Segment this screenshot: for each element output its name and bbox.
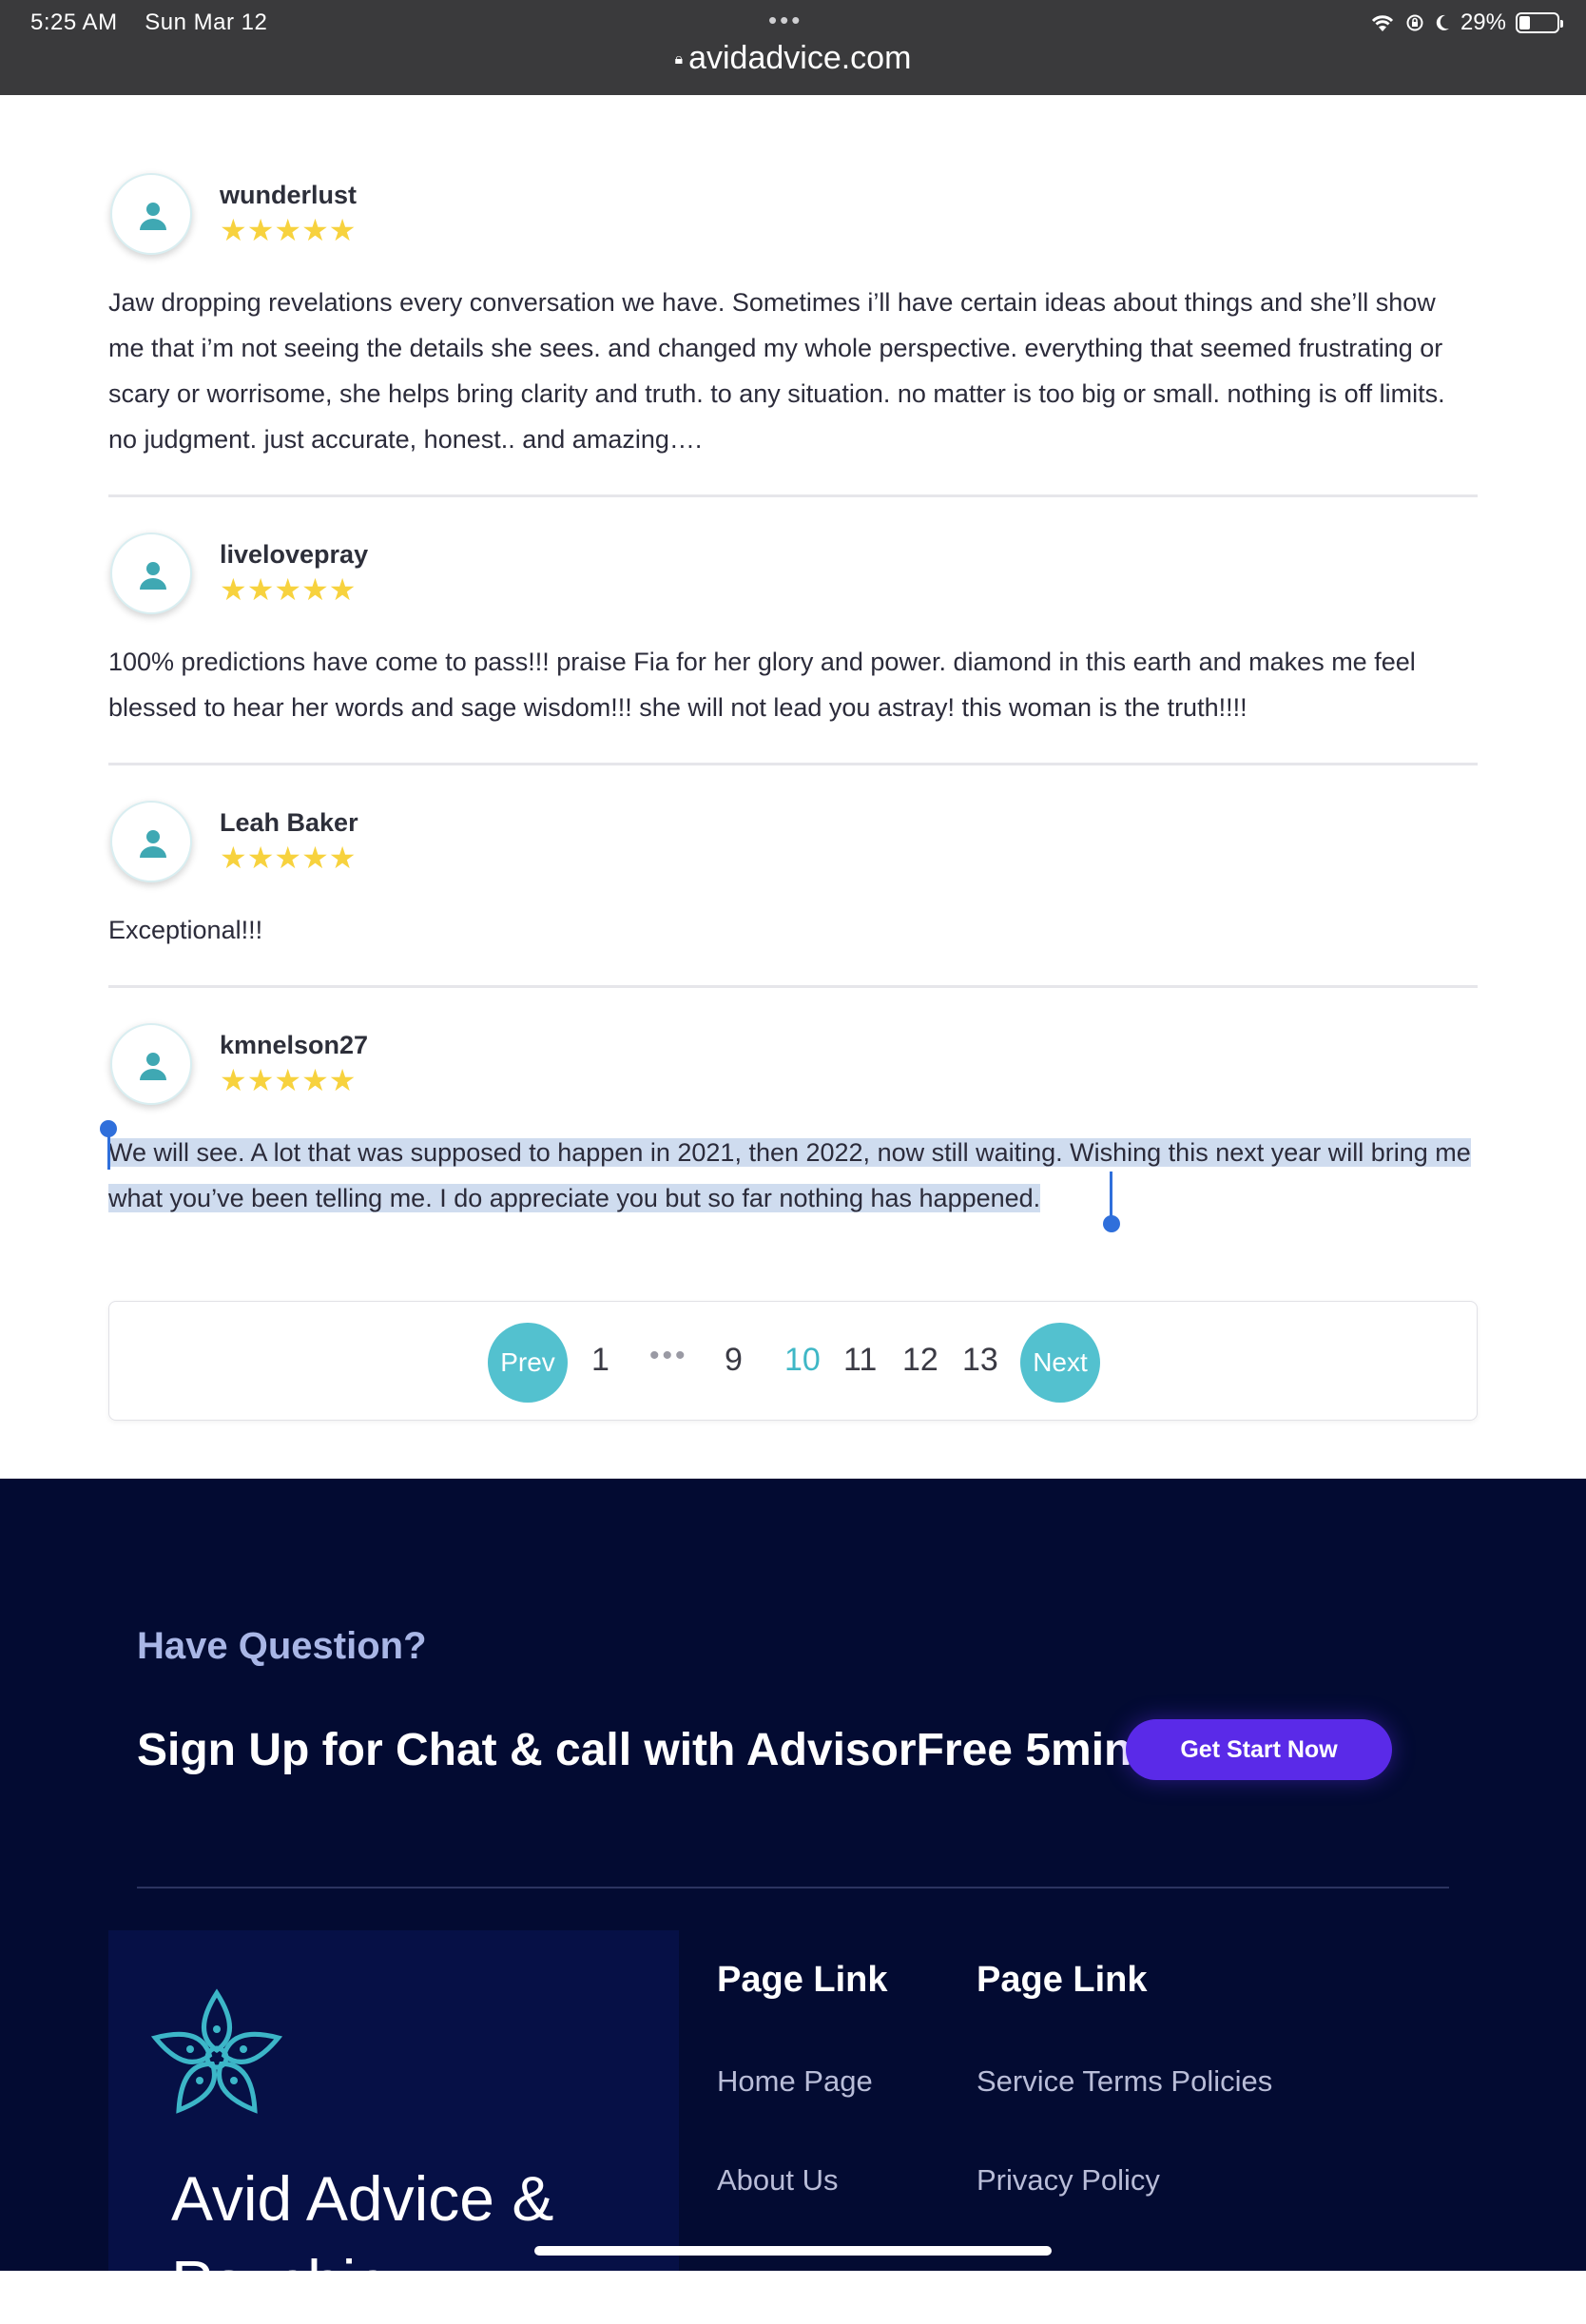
user-avatar bbox=[110, 173, 192, 255]
moon-icon bbox=[1436, 14, 1449, 30]
page-1[interactable]: 1 bbox=[591, 1342, 609, 1379]
page-13[interactable]: 13 bbox=[962, 1342, 998, 1379]
footer-brand-name: Avid Advice & Psychic bbox=[171, 2157, 553, 2324]
battery-icon bbox=[1516, 12, 1563, 33]
selection-end-bar bbox=[1110, 1172, 1112, 1219]
page-9[interactable]: 9 bbox=[725, 1342, 743, 1379]
footer-link-home[interactable]: Home Page bbox=[717, 2064, 873, 2099]
status-indicators: 29% bbox=[1369, 10, 1563, 36]
user-avatar bbox=[110, 533, 192, 614]
star-rating: ★★★★★ bbox=[220, 841, 357, 875]
next-button[interactable]: Next bbox=[1020, 1323, 1100, 1403]
star-rating: ★★★★★ bbox=[220, 1063, 357, 1097]
home-indicator[interactable] bbox=[534, 2246, 1052, 2256]
user-avatar bbox=[110, 801, 192, 882]
review-divider bbox=[108, 985, 1478, 988]
lock-icon: 🔒︎ bbox=[674, 51, 684, 68]
address-bar[interactable]: 🔒︎ avidadvice.com bbox=[0, 40, 1586, 77]
lotus-logo-icon[interactable] bbox=[150, 1985, 283, 2128]
prev-button[interactable]: Prev bbox=[488, 1323, 568, 1403]
status-bar: 5:25 AM Sun Mar 12 ••• 🔒︎ avidadvice.com … bbox=[0, 0, 1586, 95]
page-11[interactable]: 11 bbox=[843, 1342, 877, 1379]
review-text-selected[interactable]: We will see. A lot that was supposed to … bbox=[108, 1130, 1478, 1221]
rotation-lock-icon bbox=[1406, 14, 1423, 31]
review-divider bbox=[108, 494, 1478, 497]
footer-link-privacy[interactable]: Privacy Policy bbox=[977, 2163, 1160, 2198]
pagination: Prev 1 ••• 9 10 11 12 13 Next bbox=[108, 1301, 1478, 1421]
selection-start-bar bbox=[107, 1130, 110, 1170]
review-text: Jaw dropping revelations every conversat… bbox=[108, 288, 1445, 454]
get-start-now-button[interactable]: Get Start Now bbox=[1126, 1719, 1392, 1780]
user-avatar bbox=[110, 1023, 192, 1105]
user-icon bbox=[140, 203, 166, 230]
footer-col2-title: Page Link bbox=[977, 1960, 1148, 2000]
more-dots-icon[interactable]: ••• bbox=[768, 6, 803, 35]
page-12[interactable]: 12 bbox=[902, 1342, 938, 1379]
brand-line-2: Psychic bbox=[171, 2247, 388, 2317]
star-rating: ★★★★★ bbox=[220, 572, 357, 607]
battery-level bbox=[1519, 16, 1530, 29]
status-time-date: 5:25 AM Sun Mar 12 bbox=[30, 10, 267, 36]
brand-line-1: Avid Advice & bbox=[171, 2163, 554, 2234]
url-text: avidadvice.com bbox=[688, 40, 912, 76]
battery-cap bbox=[1560, 20, 1563, 28]
reviewer-name: wunderlust bbox=[220, 181, 358, 209]
page-10-current[interactable]: 10 bbox=[784, 1342, 821, 1379]
reviewer-name: kmnelson27 bbox=[220, 1031, 369, 1059]
battery-percent: 29% bbox=[1460, 10, 1506, 35]
footer-link-about[interactable]: About Us bbox=[717, 2163, 839, 2198]
footer: Have Question? Sign Up for Chat & call w… bbox=[0, 1479, 1586, 2317]
reviewer-name: livelovepray bbox=[220, 540, 369, 569]
star-rating: ★★★★★ bbox=[220, 213, 357, 247]
footer-brand-box: Avid Advice & Psychic bbox=[108, 1930, 679, 2317]
review-text: 100% predictions have come to pass!!! pr… bbox=[108, 648, 1416, 722]
footer-divider bbox=[137, 1887, 1449, 1888]
user-icon bbox=[140, 1053, 166, 1080]
text-selection[interactable]: We will see. A lot that was supposed to … bbox=[108, 1138, 1471, 1212]
user-icon bbox=[140, 830, 166, 858]
review-text: Exceptional!!! bbox=[108, 916, 263, 944]
footer-col1-title: Page Link bbox=[717, 1960, 888, 2000]
review-divider bbox=[108, 763, 1478, 765]
footer-signup-heading: Sign Up for Chat & call with AdvisorFree… bbox=[137, 1725, 1132, 1775]
status-date: Sun Mar 12 bbox=[145, 10, 268, 35]
user-icon bbox=[140, 562, 166, 590]
status-time: 5:25 AM bbox=[30, 10, 118, 35]
footer-question: Have Question? bbox=[137, 1625, 427, 1667]
footer-link-terms[interactable]: Service Terms Policies bbox=[977, 2064, 1272, 2099]
reviewer-name: Leah Baker bbox=[220, 808, 358, 837]
pagination-ellipsis: ••• bbox=[649, 1340, 688, 1371]
selection-end-handle[interactable] bbox=[1103, 1215, 1120, 1232]
wifi-icon bbox=[1371, 15, 1394, 31]
